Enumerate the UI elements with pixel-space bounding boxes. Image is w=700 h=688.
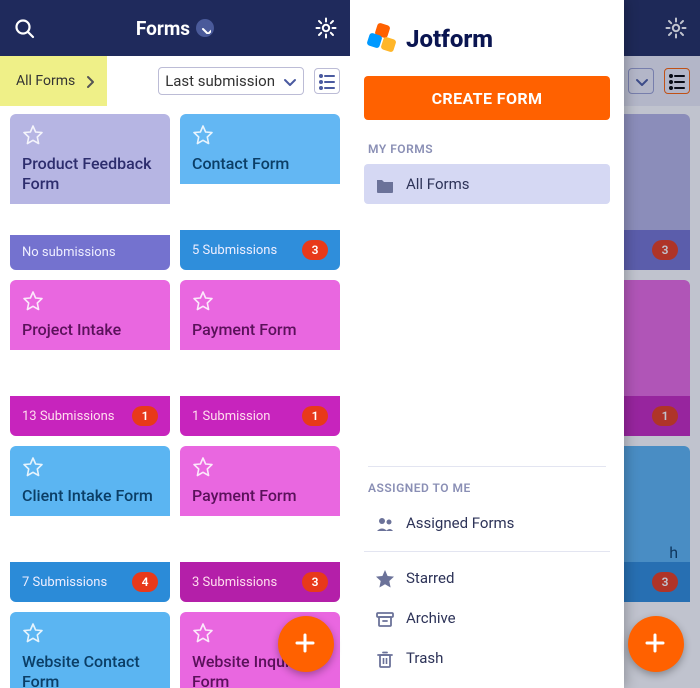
unread-badge: 4: [132, 572, 158, 592]
archive-icon: [374, 608, 394, 628]
chevron-down-icon: [281, 73, 297, 89]
star-icon[interactable]: [22, 622, 44, 644]
unread-badge: 3: [302, 240, 328, 260]
brand-logo[interactable]: Jotform: [364, 20, 610, 76]
create-fab[interactable]: [278, 616, 334, 672]
create-form-button[interactable]: CREATE FORM: [364, 76, 610, 120]
submission-count: 13 Submissions: [22, 409, 114, 424]
star-icon[interactable]: [192, 124, 214, 146]
logo-icon: [368, 24, 398, 54]
form-title: Contact Form: [192, 154, 328, 174]
unread-badge: 1: [132, 406, 158, 426]
create-fab[interactable]: [628, 616, 684, 672]
create-form-label: CREATE FORM: [432, 89, 543, 108]
star-icon[interactable]: [22, 456, 44, 478]
star-icon[interactable]: [192, 290, 214, 312]
section-header-assigned: ASSIGNED TO ME: [368, 466, 606, 495]
star-icon[interactable]: [22, 290, 44, 312]
menu-item-all-forms[interactable]: All Forms: [364, 164, 610, 204]
form-card[interactable]: Project Intake 13 Submissions 1: [10, 280, 170, 436]
menu-item-trash[interactable]: Trash: [364, 638, 610, 678]
submission-count: 1 Submission: [192, 409, 270, 424]
view-toggle-list[interactable]: [314, 68, 340, 94]
form-title: Project Intake: [22, 320, 158, 340]
star-icon[interactable]: [192, 456, 214, 478]
search-icon[interactable]: [12, 16, 36, 40]
form-title: Product Feedback Form: [22, 154, 158, 194]
submission-count: 5 Submissions: [192, 243, 277, 258]
unread-badge: 3: [302, 572, 328, 592]
brand-name: Jotform: [406, 25, 493, 53]
nav-drawer: Jotform CREATE FORM MY FORMS All Forms A…: [350, 0, 624, 688]
header-title[interactable]: Forms: [136, 17, 214, 40]
form-title: Client Intake Form: [22, 486, 158, 506]
menu-item-archive[interactable]: Archive: [364, 598, 610, 638]
menu-item-assigned-forms[interactable]: Assigned Forms: [364, 503, 610, 543]
folder-icon: [374, 174, 394, 194]
submission-count: 3 Submissions: [192, 575, 277, 590]
form-card[interactable]: Website Contact Form: [10, 612, 170, 688]
menu-label: Archive: [406, 609, 456, 627]
star-icon[interactable]: [22, 124, 44, 146]
trash-icon: [374, 648, 394, 668]
form-title: Payment Form: [192, 486, 328, 506]
menu-label: All Forms: [406, 175, 469, 193]
menu-item-starred[interactable]: Starred: [364, 558, 610, 598]
people-icon: [374, 513, 394, 533]
toolbar: All Forms Last submission: [0, 56, 350, 106]
section-header-myforms: MY FORMS: [368, 142, 606, 156]
form-title: Payment Form: [192, 320, 328, 340]
sort-label: Last submission: [165, 72, 275, 90]
forms-grid: Product Feedback Form No submissions Con…: [0, 106, 350, 688]
pane-grid-view: Forms All Forms Last submission Product …: [0, 0, 350, 688]
menu-label: Assigned Forms: [406, 514, 514, 532]
form-card[interactable]: Product Feedback Form No submissions: [10, 114, 170, 270]
filter-chip-all-forms[interactable]: All Forms: [0, 56, 107, 106]
header: Forms: [0, 0, 350, 56]
header-title-text: Forms: [136, 17, 190, 40]
menu-label: Trash: [406, 649, 443, 667]
pane-drawer-view: 3 1 h3 Jotform CREATE FORM MY FORMS All …: [350, 0, 700, 688]
chevron-down-icon: [196, 19, 214, 37]
submission-count: 7 Submissions: [22, 575, 107, 590]
form-card[interactable]: Contact Form 5 Submissions 3: [180, 114, 340, 270]
form-card[interactable]: Client Intake Form 7 Submissions 4: [10, 446, 170, 602]
form-card[interactable]: Payment Form 1 Submission 1: [180, 280, 340, 436]
unread-badge: 1: [302, 406, 328, 426]
form-title: Website Contact Form: [22, 652, 158, 688]
sort-dropdown[interactable]: Last submission: [158, 67, 304, 95]
form-card[interactable]: Payment Form 3 Submissions 3: [180, 446, 340, 602]
sort-controls: Last submission: [158, 67, 340, 95]
star-icon[interactable]: [192, 622, 214, 644]
submission-count: No submissions: [22, 245, 116, 260]
menu-label: Starred: [406, 569, 454, 587]
gear-icon[interactable]: [314, 16, 338, 40]
filter-chip-label: All Forms: [16, 73, 75, 89]
chevron-right-icon: [81, 72, 95, 90]
star-icon: [374, 568, 394, 588]
